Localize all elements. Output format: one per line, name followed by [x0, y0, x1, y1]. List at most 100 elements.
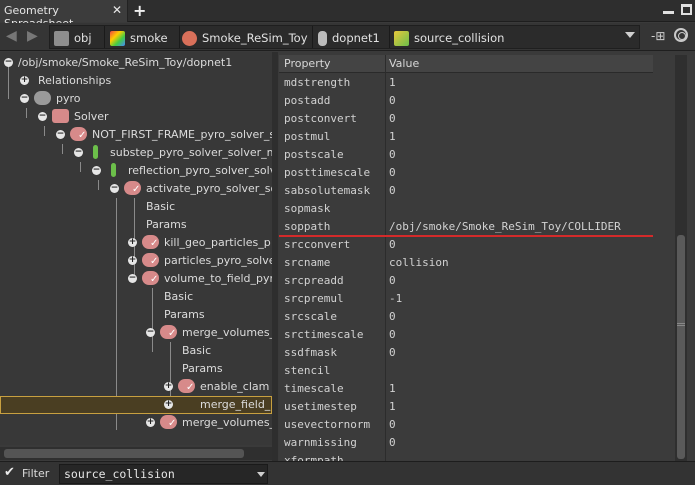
table-row[interactable]: postconvert 0: [279, 110, 653, 128]
tree-item-merge-field-selected[interactable]: + merge_field_: [0, 396, 272, 414]
table-row[interactable]: timescale 1: [279, 380, 653, 398]
value-cell: 0: [389, 418, 396, 431]
back-arrow-icon[interactable]: ◀: [6, 28, 17, 44]
tree-item-label: Basic: [146, 200, 176, 213]
tree-item-particles-pyro-solve[interactable]: + particles_pyro_solve: [0, 252, 272, 270]
tree-item-merge-volumes[interactable]: − merge_volumes_: [0, 324, 272, 342]
table-row[interactable]: soppath/obj/smoke/Smoke_ReSim_Toy/COLLID…: [279, 218, 653, 236]
column-header-value[interactable]: Value: [389, 57, 419, 70]
tree-item-basic[interactable]: Basic: [0, 198, 272, 216]
tree-item-relationships[interactable]: + Relationships: [0, 72, 272, 90]
crumb-source-collision[interactable]: source_collision: [394, 29, 504, 47]
table-row[interactable]: postscale 0: [279, 146, 653, 164]
table-row[interactable]: srcname collision: [279, 254, 653, 272]
forward-arrow-icon[interactable]: ▶: [27, 28, 38, 44]
solver-icon: [52, 109, 69, 123]
crumb-smoke[interactable]: smoke: [110, 29, 168, 47]
tree-root[interactable]: − /obj/smoke/Smoke_ReSim_Toy/dopnet1: [0, 54, 272, 72]
collapse-icon[interactable]: −: [56, 130, 65, 139]
table-row[interactable]: postadd 0: [279, 92, 653, 110]
tree-item-reflection[interactable]: − reflection_pyro_solver_solv: [0, 162, 272, 180]
column-header-property[interactable]: Property: [284, 57, 331, 70]
tree-item-basic[interactable]: Basic: [0, 288, 272, 306]
pin-icon[interactable]: -⊞: [651, 29, 665, 43]
tree-item-activate[interactable]: − activate_pyro_solver_so: [0, 180, 272, 198]
table-row[interactable]: mdstrength 1: [279, 74, 653, 92]
add-tab-icon[interactable]: +: [133, 1, 146, 20]
tree-item-substep[interactable]: − substep_pyro_solver_solver_m: [0, 144, 272, 162]
collapse-icon[interactable]: −: [74, 148, 83, 157]
property-cell: postmul: [284, 130, 331, 143]
close-tab-icon[interactable]: ✕: [112, 3, 122, 17]
table-row[interactable]: srcconvert 0: [279, 236, 653, 254]
table-row[interactable]: stencil: [279, 362, 653, 380]
tree-root-label: /obj/smoke/Smoke_ReSim_Toy/dopnet1: [18, 56, 233, 69]
table-row[interactable]: postmul 1: [279, 128, 653, 146]
value-cell: 0: [389, 94, 396, 107]
tree-item-params[interactable]: Params: [0, 306, 272, 324]
filter-input[interactable]: source_collision: [59, 464, 268, 484]
expand-icon[interactable]: +: [164, 382, 173, 391]
table-row[interactable]: sopmask: [279, 200, 653, 218]
collapse-icon[interactable]: −: [4, 58, 13, 67]
table-row[interactable]: srcpreadd 0: [279, 272, 653, 290]
property-cell: sabsolutemask: [284, 184, 371, 197]
pyro-solver-icon: [160, 415, 177, 429]
table-row[interactable]: sabsolutemask 0: [279, 182, 653, 200]
collapse-icon[interactable]: −: [146, 328, 155, 337]
tree-item-merge-volumes-2[interactable]: + merge_volumes_: [0, 414, 272, 432]
collapse-icon[interactable]: −: [92, 166, 101, 175]
tree-item-enable-clamp[interactable]: + enable_clam: [0, 378, 272, 396]
tree-item-label: volume_to_field_pyr: [164, 272, 272, 285]
path-dropdown-arrow-icon[interactable]: [625, 32, 635, 38]
tree-item-params[interactable]: Params: [0, 216, 272, 234]
expand-icon[interactable]: +: [146, 418, 155, 427]
expand-icon[interactable]: +: [128, 238, 137, 247]
property-cell: ssdfmask: [284, 346, 337, 359]
help-icon[interactable]: [674, 28, 688, 42]
table-row[interactable]: usetimestep 1: [279, 398, 653, 416]
pane-splitter[interactable]: [272, 52, 278, 462]
tab-geometry-spreadsheet[interactable]: Geometry Spreadsheet ✕: [0, 0, 128, 30]
collapse-icon[interactable]: −: [20, 94, 29, 103]
tree-item-label: particles_pyro_solve: [164, 254, 272, 267]
crumb-label: Smoke_ReSim_Toy: [202, 31, 308, 45]
minimize-pane-icon[interactable]: [663, 11, 674, 14]
property-cell: timescale: [284, 382, 344, 395]
tree-item-label: merge_volumes_: [182, 326, 272, 339]
tree-scroll-thumb[interactable]: [4, 449, 244, 458]
crumb-smoke-resim-toy[interactable]: Smoke_ReSim_Toy: [182, 29, 308, 47]
tree-item-solver[interactable]: − Solver: [0, 108, 272, 126]
expand-icon[interactable]: +: [20, 76, 29, 85]
dop-network-icon: [318, 30, 327, 46]
tree-item-kill-geo-particles[interactable]: + kill_geo_particles_p: [0, 234, 272, 252]
substep-icon: [93, 145, 98, 159]
table-row[interactable]: srcscale 0: [279, 308, 653, 326]
maximize-pane-icon[interactable]: [681, 4, 692, 15]
filter-toggle-icon[interactable]: ✔: [4, 465, 15, 480]
filter-dropdown-arrow-icon[interactable]: [257, 472, 265, 477]
table-row[interactable]: ssdfmask 0: [279, 344, 653, 362]
collapse-icon[interactable]: −: [38, 112, 47, 121]
scroll-thumb[interactable]: [677, 235, 685, 459]
tree-item-volume-to-field[interactable]: − volume_to_field_pyr: [0, 270, 272, 288]
table-row[interactable]: posttimescale 0: [279, 164, 653, 182]
table-row[interactable]: warnmissing 0: [279, 434, 653, 452]
table-row[interactable]: usevectornorm 0: [279, 416, 653, 434]
property-cell: srcname: [284, 256, 331, 269]
breadcrumb: obj smoke Smoke_ReSim_Toy dopnet1 source…: [49, 25, 640, 49]
table-row[interactable]: srcpremul -1: [279, 290, 653, 308]
expand-icon[interactable]: +: [164, 400, 173, 409]
table-row[interactable]: srctimescale 0: [279, 326, 653, 344]
tree-item-pyro[interactable]: − pyro: [0, 90, 272, 108]
crumb-obj[interactable]: obj: [54, 29, 92, 47]
property-cell: soppath: [284, 220, 331, 233]
expand-icon[interactable]: +: [128, 256, 137, 265]
tree-item-label: Basic: [182, 344, 212, 357]
tree-item-params[interactable]: Params: [0, 360, 272, 378]
crumb-dopnet1[interactable]: dopnet1: [318, 29, 380, 47]
tree-item-basic[interactable]: Basic: [0, 342, 272, 360]
collapse-icon[interactable]: −: [110, 184, 119, 193]
collapse-icon[interactable]: −: [128, 274, 137, 283]
tree-item-not-first-frame[interactable]: − NOT_FIRST_FRAME_pyro_solver_s: [0, 126, 272, 144]
